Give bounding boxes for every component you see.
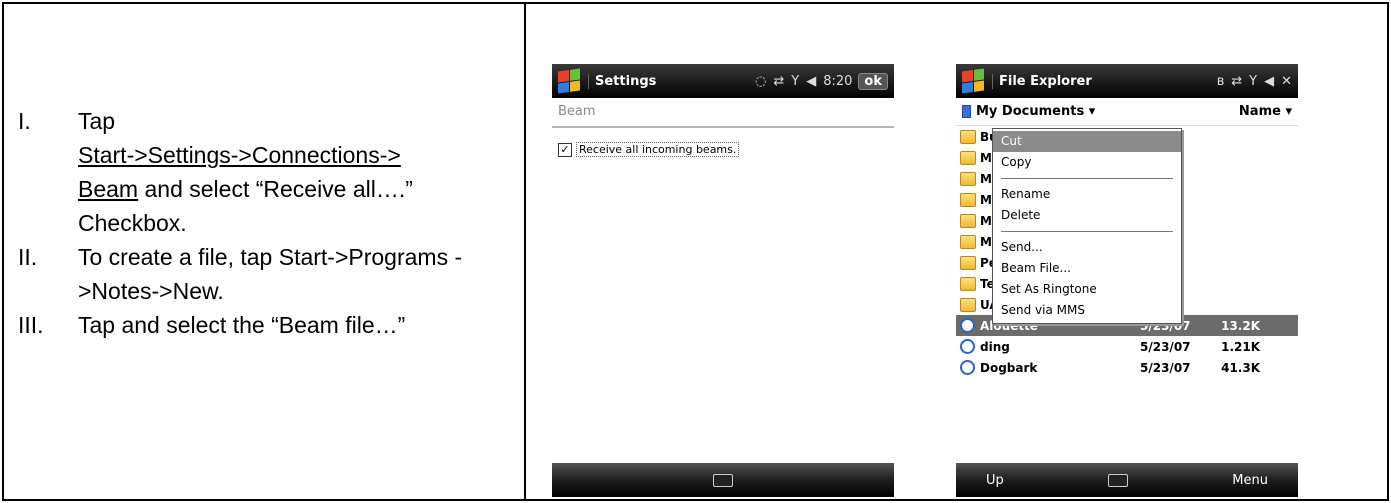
folder-icon [960, 234, 976, 249]
receive-beams-checkbox[interactable]: ✓ [558, 142, 572, 157]
step-3: III. Tap and select the “Beam file…” [18, 308, 518, 342]
menu-item-copy[interactable]: Copy [993, 152, 1181, 173]
connectivity-icon[interactable]: ⇄ [1231, 74, 1242, 89]
folder-icon [960, 129, 976, 144]
file-size: 13.2K [1221, 318, 1260, 333]
ok-button[interactable]: ok [858, 72, 888, 90]
menu-item-send[interactable]: Send... [993, 237, 1181, 258]
menu-separator [1001, 231, 1173, 232]
windows-start-icon[interactable] [558, 68, 580, 94]
sound-file-icon [960, 360, 975, 375]
menu-item-beam-file[interactable]: Beam File... [993, 258, 1181, 279]
step-1: I. Tap Start->Settings->Connections-> Be… [18, 104, 518, 240]
file-list: Bu My My My My My Pe Te UA Alouette 5/23/07 13.2K d… [956, 126, 1298, 378]
sound-file-icon [960, 318, 975, 333]
context-menu: Cut Copy Rename Delete Send... Beam File...… [992, 128, 1182, 324]
notification-icon[interactable]: ◌ [755, 74, 766, 89]
up-softkey[interactable]: Up [986, 473, 1004, 488]
folder-icon [960, 276, 976, 291]
folder-icon [960, 192, 976, 207]
title-bar: Settings ◌ ⇄ Y ◀ 8:20 ok [552, 64, 894, 98]
column-divider [524, 4, 526, 499]
file-date: 5/23/07 [1140, 339, 1191, 354]
folder-icon [960, 255, 976, 270]
menu-item-send-via-mms[interactable]: Send via MMS [993, 300, 1181, 321]
file-size: 1.21K [1221, 339, 1260, 354]
soft-key-bar [552, 463, 894, 497]
keyboard-icon[interactable] [713, 473, 733, 487]
file-item[interactable]: Dogbark 5/23/07 41.3K [956, 357, 1298, 378]
connectivity-icon[interactable]: ⇄ [773, 74, 784, 89]
location-bar: My Documents ▾ Name ▾ [956, 98, 1298, 126]
page-header: Beam [552, 98, 894, 128]
file-explorer-screen: File Explorer ʙ ⇄ Y ◀ ✕ My Documents ▾ N… [956, 64, 1298, 497]
folder-icon [960, 171, 976, 186]
location-dropdown[interactable]: My Documents ▾ [976, 104, 1239, 119]
settings-screen: Settings ◌ ⇄ Y ◀ 8:20 ok Beam ✓ Receive … [552, 64, 894, 497]
window-title: Settings [588, 73, 748, 89]
step-number: I. [18, 108, 31, 134]
folder-icon [960, 297, 976, 312]
signal-icon[interactable]: Y [1249, 74, 1257, 89]
keyboard-icon[interactable] [1108, 473, 1129, 487]
clock[interactable]: 8:20 [823, 74, 852, 89]
menu-item-delete[interactable]: Delete [993, 205, 1181, 226]
document-icon [962, 105, 971, 118]
file-name: ding [980, 339, 1010, 354]
step-text: To create a file, tap Start->Programs ->… [78, 244, 463, 304]
file-date: 5/23/07 [1140, 360, 1191, 375]
menu-separator [1001, 178, 1173, 179]
menu-item-cut[interactable]: Cut [993, 131, 1181, 152]
instruction-steps: I. Tap Start->Settings->Connections-> Be… [18, 104, 518, 342]
step-number: III. [18, 312, 44, 338]
folder-icon [960, 213, 976, 228]
close-icon[interactable]: ✕ [1281, 74, 1292, 89]
file-item[interactable]: ding 5/23/07 1.21K [956, 336, 1298, 357]
menu-softkey[interactable]: Menu [1232, 473, 1268, 488]
step-text: Tap and select the “Beam file…” [78, 312, 406, 338]
volume-icon[interactable]: ◀ [806, 74, 816, 89]
windows-start-icon[interactable] [962, 68, 984, 94]
title-bar: File Explorer ʙ ⇄ Y ◀ ✕ [956, 64, 1298, 98]
beam-path: Beam [78, 176, 139, 202]
step-number: II. [18, 244, 38, 270]
menu-item-rename[interactable]: Rename [993, 184, 1181, 205]
file-size: 41.3K [1221, 360, 1260, 375]
file-name: Dogbark [980, 360, 1038, 375]
receive-beams-label[interactable]: Receive all incoming beams. [576, 142, 740, 157]
soft-key-bar: Up Menu [956, 463, 1298, 497]
receive-beams-option[interactable]: ✓ Receive all incoming beams. [558, 142, 894, 157]
step-text: Tap Start->Settings->Connections-> Beam … [78, 104, 518, 240]
folder-icon [960, 150, 976, 165]
signal-icon[interactable]: Y [791, 74, 799, 89]
settings-path: Start->Settings->Connections-> [78, 142, 401, 168]
volume-icon[interactable]: ◀ [1264, 74, 1274, 89]
sound-file-icon [960, 339, 975, 354]
menu-item-set-as-ringtone[interactable]: Set As Ringtone [993, 279, 1181, 300]
bluetooth-icon[interactable]: ʙ [1217, 74, 1225, 89]
window-title: File Explorer [992, 73, 1210, 89]
step-2: II. To create a file, tap Start->Program… [18, 240, 518, 308]
sort-dropdown[interactable]: Name ▾ [1239, 104, 1292, 119]
step-text-part: Tap [78, 108, 116, 134]
